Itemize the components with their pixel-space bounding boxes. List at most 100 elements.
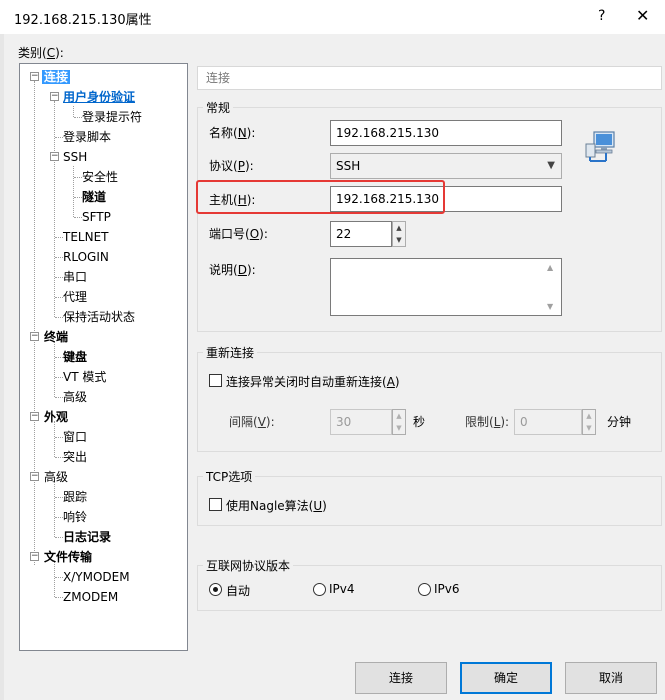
- tree-item-serial[interactable]: 串口: [63, 268, 87, 286]
- tree-line: [55, 397, 63, 398]
- collapse-icon[interactable]: −: [30, 472, 39, 481]
- general-group-title: 常规: [203, 99, 234, 116]
- tree-item-tunnel[interactable]: 隧道: [82, 188, 106, 206]
- protocol-select[interactable]: SSH ▼: [330, 153, 562, 179]
- title-bar: 192.168.215.130属性 ? ✕: [0, 0, 665, 34]
- radio-auto-label: 自动: [226, 584, 251, 598]
- tree-item-vt-mode[interactable]: VT 模式: [63, 368, 106, 386]
- tree-line: [55, 317, 63, 318]
- category-label: 类别(C):: [18, 46, 64, 60]
- collapse-icon[interactable]: −: [30, 552, 39, 561]
- ip-version-group-title: 互联网协议版本: [203, 557, 294, 574]
- radio-ipv4[interactable]: [313, 583, 326, 596]
- chevron-down-icon: ▼: [547, 160, 555, 171]
- nagle-checkbox[interactable]: [209, 498, 222, 511]
- radio-auto[interactable]: [209, 583, 222, 596]
- collapse-icon[interactable]: −: [30, 72, 39, 81]
- tree-line: [55, 437, 63, 438]
- reconnect-group: [197, 352, 662, 452]
- nagle-label: 使用Nagle算法(U): [226, 499, 327, 513]
- interval-field[interactable]: 30: [330, 409, 392, 435]
- description-field[interactable]: ▲ ▼: [330, 258, 562, 316]
- limit-spinner[interactable]: ▲ ▼: [582, 409, 596, 435]
- tree-item-rlogin[interactable]: RLOGIN: [63, 248, 109, 266]
- tree-line: [55, 597, 63, 598]
- tree-item-telnet[interactable]: TELNET: [63, 228, 109, 246]
- tree-item-login-prompt[interactable]: 登录提示符: [82, 108, 142, 126]
- tree-item-auth[interactable]: 用户身份验证: [63, 88, 135, 106]
- auto-reconnect-checkbox[interactable]: [209, 374, 222, 387]
- port-spinner[interactable]: ▲ ▼: [392, 221, 406, 247]
- ok-button[interactable]: 确定: [460, 662, 552, 694]
- interval-label: 间隔(V):: [229, 415, 275, 429]
- description-scrollbar[interactable]: ▲ ▼: [544, 259, 561, 315]
- tcp-group-title: TCP选项: [203, 468, 256, 485]
- tree-item-highlight[interactable]: 突出: [63, 448, 87, 466]
- name-field[interactable]: 192.168.215.130: [330, 120, 562, 146]
- limit-label: 限制(L):: [465, 415, 510, 429]
- spin-up-icon[interactable]: ▲: [393, 222, 405, 234]
- collapse-icon[interactable]: −: [50, 152, 59, 161]
- protocol-label: 协议(P):: [209, 159, 254, 173]
- tree-line: [55, 517, 63, 518]
- spin-up-icon[interactable]: ▲: [393, 410, 405, 422]
- tree-item-terminal-advanced[interactable]: 高级: [63, 388, 87, 406]
- tree-line: [74, 197, 82, 198]
- scroll-up-icon[interactable]: ▲: [547, 263, 553, 272]
- network-computer-icon: [584, 128, 620, 164]
- tree-item-window[interactable]: 窗口: [63, 428, 87, 446]
- tree-line: [74, 177, 82, 178]
- tree-item-zmodem[interactable]: ZMODEM: [63, 588, 118, 606]
- tree-item-trace[interactable]: 跟踪: [63, 488, 87, 506]
- spin-down-icon[interactable]: ▼: [583, 422, 595, 434]
- tree-item-logging[interactable]: 日志记录: [63, 528, 111, 546]
- window-title: 192.168.215.130属性: [14, 13, 152, 28]
- category-tree[interactable]: − 连接 − 用户身份验证 登录提示符 登录脚本 − SSH 安全性 隧道 SF…: [19, 63, 188, 651]
- spin-down-icon[interactable]: ▼: [393, 234, 405, 246]
- radio-ipv6[interactable]: [418, 583, 431, 596]
- close-button[interactable]: ✕: [636, 6, 649, 25]
- radio-ipv6-label: IPv6: [434, 582, 460, 596]
- tree-item-connection[interactable]: 连接: [42, 68, 71, 86]
- tree-item-advanced[interactable]: 高级: [44, 468, 68, 486]
- tree-line: [74, 217, 82, 218]
- tree-line: [74, 117, 82, 118]
- interval-unit: 秒: [413, 415, 426, 429]
- cancel-button[interactable]: 取消: [565, 662, 657, 694]
- limit-field[interactable]: 0: [514, 409, 582, 435]
- tree-line: [55, 297, 63, 298]
- port-field[interactable]: 22: [330, 221, 392, 247]
- tree-line: [55, 457, 63, 458]
- scroll-down-icon[interactable]: ▼: [547, 302, 553, 311]
- description-label: 说明(D):: [209, 263, 256, 277]
- tree-item-ssh[interactable]: SSH: [63, 148, 87, 166]
- tree-line: [55, 277, 63, 278]
- tree-item-xymodem[interactable]: X/YMODEM: [63, 568, 130, 586]
- tree-item-login-script[interactable]: 登录脚本: [63, 128, 111, 146]
- tree-line: [55, 497, 63, 498]
- limit-unit: 分钟: [607, 415, 632, 429]
- annotation-highlight-box: [196, 180, 445, 214]
- tree-item-sftp[interactable]: SFTP: [82, 208, 111, 226]
- tree-item-bell[interactable]: 响铃: [63, 508, 87, 526]
- tree-item-security[interactable]: 安全性: [82, 168, 118, 186]
- tree-item-appearance[interactable]: 外观: [44, 408, 68, 426]
- radio-ipv4-label: IPv4: [329, 582, 355, 596]
- tree-item-proxy[interactable]: 代理: [63, 288, 87, 306]
- tree-line: [54, 101, 55, 317]
- spin-down-icon[interactable]: ▼: [393, 422, 405, 434]
- connect-button[interactable]: 连接: [355, 662, 447, 694]
- spin-up-icon[interactable]: ▲: [583, 410, 595, 422]
- collapse-icon[interactable]: −: [50, 92, 59, 101]
- tree-item-file-transfer[interactable]: 文件传输: [44, 548, 92, 566]
- tree-line: [55, 377, 63, 378]
- tree-line: [55, 257, 63, 258]
- tree-item-keepalive[interactable]: 保持活动状态: [63, 308, 135, 326]
- tree-item-terminal[interactable]: 终端: [44, 328, 68, 346]
- help-button[interactable]: ?: [598, 8, 605, 24]
- port-label: 端口号(O):: [209, 227, 268, 241]
- tree-item-keyboard[interactable]: 键盘: [63, 348, 87, 366]
- collapse-icon[interactable]: −: [30, 332, 39, 341]
- interval-spinner[interactable]: ▲ ▼: [392, 409, 406, 435]
- collapse-icon[interactable]: −: [30, 412, 39, 421]
